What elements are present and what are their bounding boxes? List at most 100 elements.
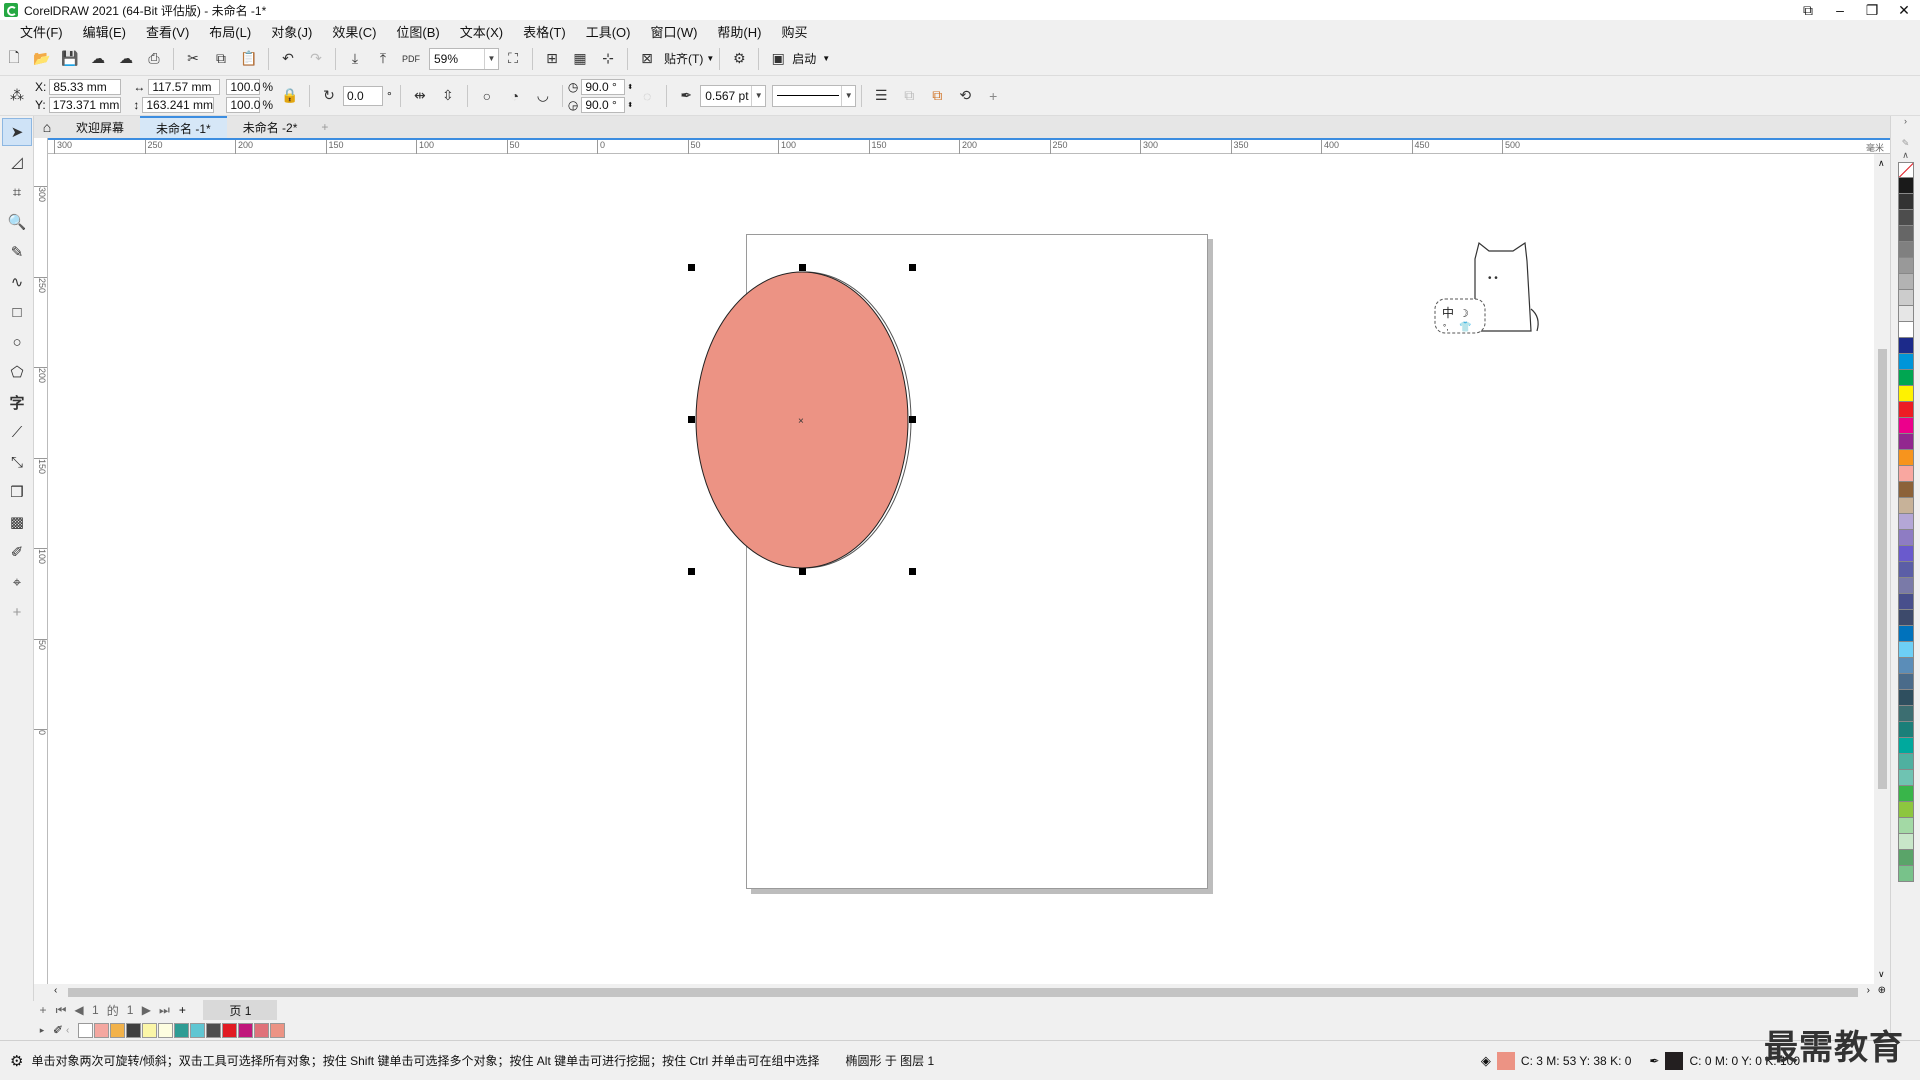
width-field[interactable]: 117.57 mm	[148, 78, 221, 95]
horizontal-scrollbar[interactable]: ‹ › ⊕	[48, 984, 1890, 1000]
palette-color-swatch[interactable]	[1898, 338, 1914, 354]
zoom-icon[interactable]: ⊕	[1878, 985, 1886, 996]
outline-width-combo[interactable]: 0.567 pt ▼	[700, 84, 767, 107]
menu-text[interactable]: 文本(X)	[450, 22, 513, 41]
handle-top-right[interactable]	[909, 264, 916, 271]
handle-bottom-left[interactable]	[688, 568, 695, 575]
ellipse-tool-icon[interactable]: ○	[2, 328, 32, 356]
menu-view[interactable]: 查看(V)	[136, 22, 199, 41]
close-button[interactable]: ✕	[1888, 0, 1920, 20]
print-icon[interactable]: ⎙	[141, 46, 167, 72]
to-back-icon[interactable]: ⧉	[896, 83, 922, 109]
scale-y-field[interactable]: 100.0	[226, 96, 260, 113]
no-color-swatch[interactable]	[1898, 162, 1914, 178]
spinner-icon[interactable]: ⬍	[627, 83, 633, 91]
palette-color-swatch[interactable]	[1898, 450, 1914, 466]
minimize-button[interactable]: –	[1824, 0, 1856, 20]
new-document-icon[interactable]: 🗋	[1, 46, 27, 72]
palette-flyout-icon[interactable]: ›	[1891, 116, 1920, 138]
palette-color-swatch[interactable]	[1898, 194, 1914, 210]
launch-dropdown[interactable]: 启动	[792, 50, 816, 67]
palette-color-swatch[interactable]	[1898, 226, 1914, 242]
add-tool-icon[interactable]: +	[2, 598, 32, 626]
page-tab-1[interactable]: 页 1	[203, 1000, 278, 1020]
scale-x-field[interactable]: 100.0	[226, 78, 260, 95]
open-icon[interactable]: 📂	[29, 46, 55, 72]
palette-color-swatch[interactable]	[1898, 546, 1914, 562]
chevron-down-icon[interactable]: ▼	[822, 54, 830, 63]
y-position-field[interactable]: 173.371 mm	[48, 96, 121, 113]
interactive-fill-tool-icon[interactable]: ⌖	[2, 568, 32, 596]
menu-window[interactable]: 窗口(W)	[640, 22, 707, 41]
show-rulers-icon[interactable]: ⊞	[539, 46, 565, 72]
palette-color-swatch[interactable]	[1898, 354, 1914, 370]
object-origin-icon[interactable]: ⁂	[4, 83, 30, 109]
scroll-right-icon[interactable]: ›	[1867, 985, 1870, 996]
horizontal-ruler[interactable]: 毫米 300 250 200 150 100 50 0 50 100 150 200 250 300 35…	[48, 138, 1890, 155]
palette-color-swatch[interactable]	[1898, 466, 1914, 482]
fill-color-swatch[interactable]	[1496, 1051, 1515, 1070]
rectangle-tool-icon[interactable]: □	[2, 298, 32, 326]
palette-color-swatch[interactable]	[1898, 722, 1914, 738]
palette-color-swatch[interactable]	[1898, 642, 1914, 658]
menu-object[interactable]: 对象(J)	[261, 22, 322, 41]
palette-color-swatch[interactable]	[1898, 738, 1914, 754]
status-gear-icon[interactable]: ⚙	[10, 1052, 23, 1070]
copy-icon[interactable]: ⧉	[208, 46, 234, 72]
pick-tool-icon[interactable]: ➤	[2, 118, 32, 146]
outline-pen-icon[interactable]: ✒	[673, 83, 699, 109]
palette-color-swatch[interactable]	[1898, 658, 1914, 674]
palette-color-swatch[interactable]	[1898, 850, 1914, 866]
document-palette-swatch[interactable]	[238, 1022, 253, 1038]
menu-buy[interactable]: 购买	[771, 22, 817, 41]
palette-pen-icon[interactable]: ✎	[1891, 138, 1920, 150]
palette-color-swatch[interactable]	[1898, 274, 1914, 290]
polygon-tool-icon[interactable]: ⬠	[2, 358, 32, 386]
document-palette-swatch[interactable]	[110, 1022, 125, 1038]
restore-panel-icon[interactable]: ⧉	[1792, 0, 1824, 20]
palette-color-swatch[interactable]	[1898, 210, 1914, 226]
document-palette-swatch[interactable]	[142, 1022, 157, 1038]
add-page-before-icon[interactable]: +	[34, 1003, 52, 1017]
palette-color-swatch[interactable]	[1898, 610, 1914, 626]
document-palette-swatch[interactable]	[254, 1022, 269, 1038]
handle-right[interactable]	[909, 416, 916, 423]
palette-color-swatch[interactable]	[1898, 674, 1914, 690]
palette-color-swatch[interactable]	[1898, 402, 1914, 418]
launch-icon[interactable]: ▣	[765, 46, 791, 72]
vertical-scrollbar[interactable]: ∧ ∨	[1874, 154, 1890, 984]
rotation-angle-field[interactable]: 0.0	[343, 85, 384, 106]
spinner-icon[interactable]: ⬍	[627, 101, 633, 109]
maximize-button[interactable]: ❐	[1856, 0, 1888, 20]
palette-color-swatch[interactable]	[1898, 754, 1914, 770]
palette-color-swatch[interactable]	[1898, 370, 1914, 386]
handle-top-left[interactable]	[688, 264, 695, 271]
handle-left[interactable]	[688, 416, 695, 423]
document-palette-swatch[interactable]	[206, 1022, 221, 1038]
convert-to-curves-icon[interactable]: ⟲	[952, 83, 978, 109]
cut-icon[interactable]: ✂	[180, 46, 206, 72]
start-angle-field[interactable]: 90.0 °	[581, 78, 626, 95]
palette-color-swatch[interactable]	[1898, 258, 1914, 274]
palette-color-swatch[interactable]	[1898, 290, 1914, 306]
ime-cat-mascot[interactable]: • • 中 ☽ °, 👕	[1433, 239, 1543, 339]
palette-color-swatch[interactable]	[1898, 498, 1914, 514]
palette-color-swatch[interactable]	[1898, 578, 1914, 594]
menu-layout[interactable]: 布局(L)	[199, 22, 261, 41]
mirror-vertical-icon[interactable]: ⇳	[435, 83, 461, 109]
document-palette-swatch[interactable]	[174, 1022, 189, 1038]
mirror-horizontal-icon[interactable]: ⇹	[407, 83, 433, 109]
tab-welcome-screen[interactable]: 欢迎屏幕	[60, 116, 141, 138]
document-palette-swatch[interactable]	[270, 1022, 285, 1038]
menu-help[interactable]: 帮助(H)	[707, 22, 771, 41]
zoom-level-combo[interactable]: 59% ▼	[429, 47, 499, 70]
change-direction-icon[interactable]: ◌	[634, 83, 660, 109]
palette-color-swatch[interactable]	[1898, 706, 1914, 722]
show-grid-icon[interactable]: ▦	[567, 46, 593, 72]
scroll-down-icon[interactable]: ∨	[1878, 969, 1885, 980]
palette-color-swatch[interactable]	[1898, 514, 1914, 530]
tab-untitled-1[interactable]: 未命名 -1*	[140, 116, 227, 138]
cloud-upload-icon[interactable]: ☁	[113, 46, 139, 72]
outline-color-swatch[interactable]	[1665, 1051, 1684, 1070]
home-icon[interactable]: ⌂	[34, 116, 60, 138]
